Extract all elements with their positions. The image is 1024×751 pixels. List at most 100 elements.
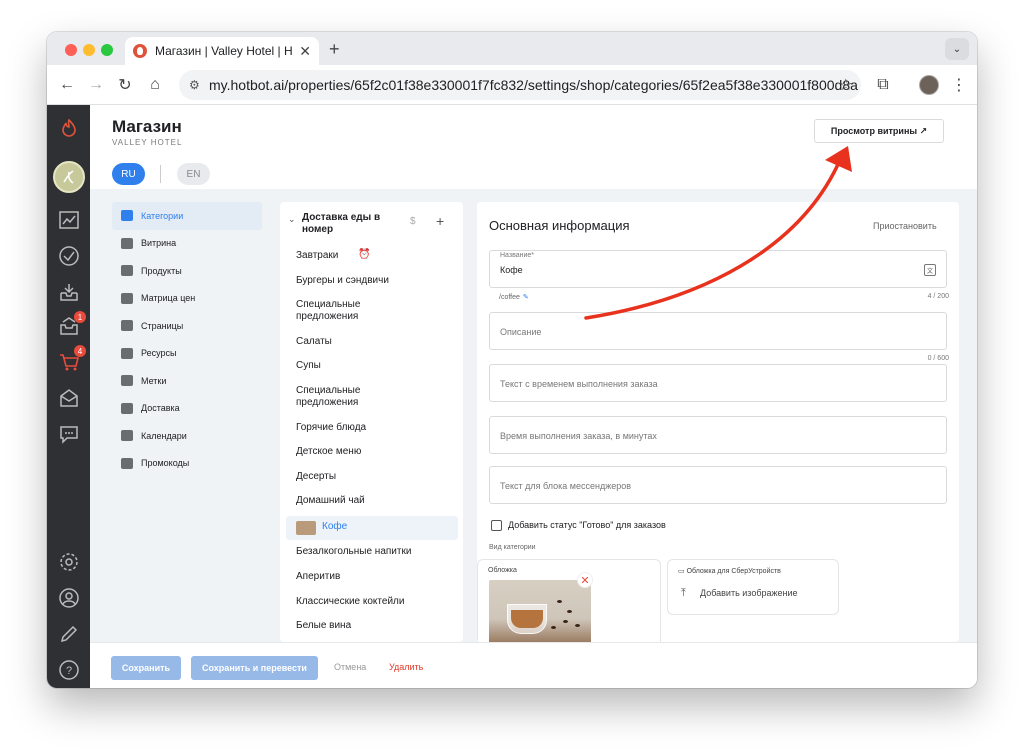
menu-item-promocodes[interactable]: Промокоды (112, 450, 262, 478)
lang-en-button[interactable]: EN (177, 163, 210, 185)
tag-icon (121, 237, 133, 249)
resources-icon (121, 347, 133, 359)
category-item[interactable]: Безалкогольные напитки (296, 546, 456, 558)
add-category-icon[interactable]: + (436, 213, 444, 229)
zoom-window-button[interactable] (101, 44, 113, 56)
home-icon[interactable]: ⌂ (143, 73, 167, 97)
reload-icon[interactable]: ↻ (113, 73, 137, 97)
forward-icon[interactable]: → (84, 73, 108, 97)
menu-item-labels[interactable]: Метки (112, 367, 262, 395)
property-avatar[interactable] (53, 161, 85, 193)
name-value: Кофе (500, 265, 523, 275)
upload-icon: ⤒ (681, 587, 686, 599)
menu-item-price-matrix[interactable]: Матрица цен (112, 285, 262, 313)
extensions-icon[interactable]: ⧉ (871, 73, 895, 97)
messengers-text-field[interactable]: Текст для блока мессенджеров (489, 466, 947, 504)
order-time-minutes-field[interactable]: Время выполнения заказа, в минутах (489, 416, 947, 454)
address-bar[interactable]: ⚙ my.hotbot.ai/properties/65f2c01f38e330… (179, 70, 861, 100)
category-item-coffee[interactable]: Кофе (322, 521, 463, 533)
category-item[interactable]: Десерты (296, 471, 456, 483)
edit-pencil-icon[interactable] (56, 621, 82, 647)
bean-graphic (551, 626, 556, 629)
lang-ru-button[interactable]: RU (112, 163, 145, 185)
minimize-window-button[interactable] (83, 44, 95, 56)
new-tab-icon[interactable]: + (329, 39, 340, 60)
storefront-preview-button[interactable]: Просмотр витрины ↗ (814, 119, 944, 143)
site-settings-icon[interactable]: ⚙ (189, 78, 200, 92)
mail-icon[interactable] (56, 385, 82, 411)
category-item[interactable]: Аперитив (296, 571, 456, 583)
profile-avatar[interactable] (919, 75, 939, 95)
calendar-icon (121, 430, 133, 442)
menu-item-label: Витрина (141, 238, 177, 249)
save-button[interactable]: Сохранить (111, 656, 181, 680)
chat-icon[interactable] (56, 421, 82, 447)
save-and-translate-button[interactable]: Сохранить и перевести (191, 656, 318, 680)
category-item[interactable]: Детское меню (296, 446, 456, 458)
hotbot-favicon-icon (133, 44, 147, 58)
menu-item-label: Ресурсы (141, 348, 177, 359)
menu-item-resources[interactable]: Ресурсы (112, 340, 262, 368)
delete-button[interactable]: Удалить (389, 662, 423, 672)
help-icon[interactable]: ? (56, 657, 82, 683)
account-icon[interactable] (56, 585, 82, 611)
close-tab-icon[interactable]: ✕ (299, 43, 311, 60)
category-item[interactable]: Белые вина (296, 620, 456, 632)
translate-icon[interactable]: 文 (924, 264, 936, 276)
bookmark-star-icon[interactable]: ☆ (839, 75, 853, 95)
sber-cover-card[interactable]: ▭ Обложка для СберУстройств ⤒ Добавить и… (667, 559, 839, 615)
category-item[interactable]: Супы (296, 360, 456, 372)
menu-item-calendars[interactable]: Календари (112, 422, 262, 450)
tasks-check-icon[interactable] (56, 243, 82, 269)
name-label: Название* (500, 252, 535, 259)
store-icon (121, 210, 133, 222)
tab-strip: Магазин | Valley Hotel | Hotbot ✕ + ⌄ (47, 32, 977, 65)
browser-menu-icon[interactable]: ⋮ (947, 73, 971, 97)
chevron-down-icon[interactable]: ⌄ (288, 214, 296, 225)
close-window-button[interactable] (65, 44, 77, 56)
menu-item-categories[interactable]: Категории (112, 202, 262, 230)
category-item[interactable]: Специальные предложения (296, 385, 386, 409)
cancel-button[interactable]: Отмена (334, 662, 366, 672)
back-icon[interactable]: ← (55, 73, 79, 97)
menu-item-label: Метки (141, 375, 167, 386)
sber-cover-title-text: Обложка для СберУстройств (686, 568, 781, 575)
category-item[interactable]: Специальные предложения (296, 299, 386, 323)
menu-item-label: Продукты (141, 265, 182, 276)
menu-item-label: Доставка (141, 403, 180, 414)
browser-toolbar: ← → ↻ ⌂ ⚙ my.hotbot.ai/properties/65f2c0… (47, 65, 977, 105)
category-item[interactable]: Горячие блюда (296, 422, 456, 434)
edit-slug-icon[interactable]: ✎ (523, 294, 529, 301)
name-field[interactable]: Название* Кофе 文 (489, 250, 947, 288)
category-item[interactable]: Домашний чай (296, 495, 456, 507)
category-item[interactable]: Салаты (296, 336, 456, 348)
ready-status-checkbox[interactable] (491, 520, 502, 531)
menu-item-products[interactable]: Продукты (112, 257, 262, 285)
tab-search-icon[interactable]: ⌄ (945, 38, 969, 60)
inbox-icon[interactable] (56, 279, 82, 305)
menu-item-pages[interactable]: Страницы (112, 312, 262, 340)
category-group-room-service[interactable]: ⌄ Доставка еды в номер $ + (286, 212, 461, 240)
menu-item-showcase[interactable]: Витрина (112, 230, 262, 258)
bean-graphic (575, 624, 580, 627)
category-item[interactable]: Завтраки (296, 250, 456, 262)
description-field[interactable]: Описание (489, 312, 947, 350)
order-time-text-field[interactable]: Текст с временем выполнения заказа (489, 364, 947, 402)
add-image-button[interactable]: Добавить изображение (700, 588, 798, 598)
dollar-icon[interactable]: $ (410, 216, 416, 227)
browser-tab[interactable]: Магазин | Valley Hotel | Hotbot ✕ (125, 37, 319, 65)
settings-gear-icon[interactable] (56, 549, 82, 575)
category-item[interactable]: Классические коктейли (296, 596, 456, 608)
messengers-text-placeholder: Текст для блока мессенджеров (500, 481, 632, 491)
view-label: Вид категории (489, 544, 536, 551)
category-item[interactable]: Бургеры и сэндвичи (296, 275, 456, 287)
pause-button[interactable]: Приостановить (873, 221, 937, 231)
analytics-icon[interactable] (56, 207, 82, 233)
remove-image-icon[interactable]: ✕ (577, 572, 593, 588)
menu-item-delivery[interactable]: Доставка (112, 395, 262, 423)
cover-card: Обложка ✕ (477, 559, 661, 642)
menu-item-label: Матрица цен (141, 293, 196, 304)
order-time-minutes-placeholder: Время выполнения заказа, в минутах (500, 431, 657, 441)
cover-image[interactable] (489, 580, 591, 642)
hotbot-logo-icon[interactable] (56, 115, 82, 141)
